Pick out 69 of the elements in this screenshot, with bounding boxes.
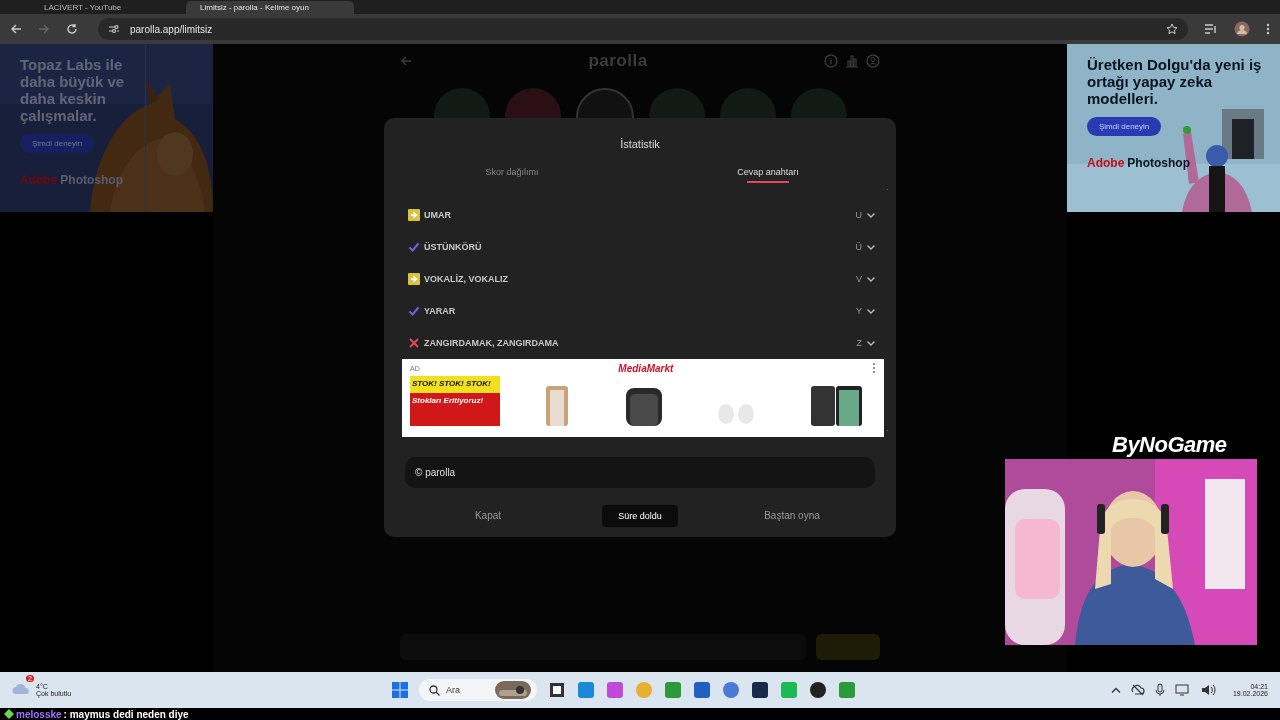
answer-row[interactable]: UMAR U — [402, 199, 884, 231]
ad-brand: Adobe — [1087, 156, 1125, 170]
answer-letter: Z — [856, 338, 862, 348]
dialog-button[interactable]: Süre doldu — [602, 504, 678, 527]
answer-word: YARAR — [424, 306, 457, 316]
pass-arrow-icon — [408, 273, 420, 285]
cross-icon — [408, 337, 420, 349]
store-logo: MediaMarkt — [617, 362, 675, 374]
dialog-button[interactable]: Kapat — [448, 504, 528, 527]
chevron-up-icon[interactable] — [1110, 686, 1121, 694]
site-settings-icon[interactable] — [108, 23, 120, 35]
pass-arrow-icon — [408, 209, 420, 221]
back-icon[interactable] — [10, 23, 22, 35]
bookmark-star-icon[interactable] — [1166, 23, 1178, 35]
check-icon — [408, 305, 420, 317]
ad-product: Photoshop — [1127, 156, 1190, 170]
answer-letter: Y — [856, 306, 862, 316]
start-icon[interactable] — [392, 682, 408, 698]
answer-row[interactable]: ZANGIRDAMAK, ZANGIRDAMA Z — [402, 327, 884, 359]
answer-row[interactable]: YARAR Y — [402, 295, 884, 327]
chevron-icon[interactable] — [866, 338, 876, 348]
answer-row[interactable]: ÜSTÜNKÖRÜ Ü — [402, 231, 884, 263]
ad-button[interactable]: Şimdi deneyin — [1087, 117, 1162, 136]
ad-headline: Topaz Labs ile daha büyük ve daha keskin çalışmalar. — [20, 56, 126, 124]
url-text: parolla.app/limitsiz — [130, 23, 214, 35]
reading-list-icon[interactable] — [1204, 23, 1218, 35]
cloud-icon — [12, 681, 30, 695]
chevron-icon[interactable] — [866, 210, 876, 220]
microphone-icon[interactable] — [1154, 683, 1165, 697]
answer-word: ZANGIRDAMAK, ZANGIRDAMA — [424, 338, 560, 348]
answer-word: UMAR — [424, 210, 452, 220]
dialog-button[interactable]: Baştan oyna — [752, 504, 832, 527]
chat-message: : maymus dedi neden diye — [63, 708, 189, 720]
browser-tab[interactable]: LACİVERT - YouTube — [30, 1, 178, 14]
search-icon — [429, 684, 440, 696]
ad-headline: Üretken Dolgu'da yeni iş ortağı yapay zeka modelleri. — [1087, 56, 1263, 107]
answer-word: VOKALİZ, VOKALIZ — [424, 274, 509, 284]
browser-tab[interactable]: Limitsiz - parolla - Kelime oyun — [186, 1, 354, 14]
footer-bar: © parolla — [405, 457, 875, 488]
app-icon[interactable] — [809, 681, 827, 699]
answer-row[interactable]: VOKALİZ, VOKALIZ V — [402, 263, 884, 295]
answer-word: ÜSTÜNKÖRÜ — [424, 242, 483, 252]
chevron-icon[interactable] — [866, 274, 876, 284]
answer-letter: V — [856, 274, 862, 284]
answer-letter: Ü — [855, 242, 862, 252]
profile-avatar-icon[interactable] — [1234, 21, 1250, 37]
chevron-icon[interactable] — [866, 242, 876, 252]
more-menu-icon[interactable] — [1266, 23, 1270, 35]
chevron-icon[interactable] — [866, 306, 876, 316]
monitor-icon[interactable] — [1174, 683, 1191, 697]
cloud-off-icon[interactable] — [1130, 683, 1145, 697]
ad-product: Photoshop — [60, 173, 123, 187]
taskbar-search[interactable]: Ara — [419, 679, 537, 701]
address-bar[interactable]: parolla.app/limitsiz — [98, 18, 1188, 40]
app-icon[interactable] — [548, 681, 566, 699]
dialog-tab[interactable]: Cevap anahtarı — [640, 167, 896, 183]
more-menu-icon[interactable] — [872, 362, 876, 374]
answer-letter: U — [855, 210, 862, 220]
reload-icon[interactable] — [66, 23, 78, 35]
app-icon[interactable] — [751, 681, 769, 699]
stream-logo: ByNoGame — [1112, 432, 1227, 458]
dialog-tab[interactable]: Skor dağılımı — [384, 167, 640, 183]
promo-title: STOK! STOK! STOK! — [410, 376, 500, 393]
dialog-title: İstatistik — [620, 138, 660, 150]
chat-username: melosske — [16, 708, 62, 720]
volume-icon[interactable] — [1200, 683, 1217, 697]
promo-subtitle: Stokları Eritiyoruz! — [411, 395, 485, 407]
check-icon — [408, 241, 420, 253]
ad-brand: Adobe — [20, 173, 58, 187]
